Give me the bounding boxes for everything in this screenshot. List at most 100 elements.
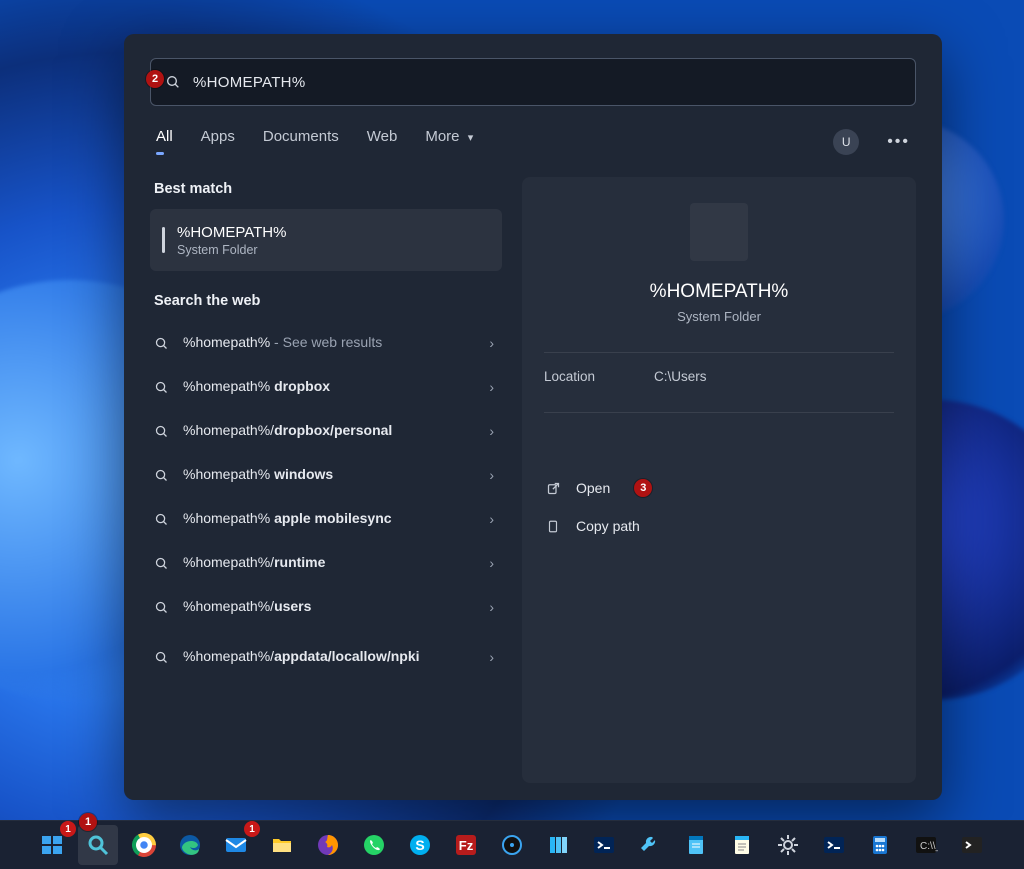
taskbar-settings[interactable]	[768, 825, 808, 865]
annotation-3: 3	[634, 479, 652, 497]
details-location-label: Location	[544, 369, 654, 384]
search-input[interactable]	[193, 74, 901, 91]
powershell-icon	[591, 832, 617, 858]
badge: 1	[244, 821, 260, 837]
action-open[interactable]: Open 3	[544, 469, 894, 507]
taskbar-skype[interactable]	[400, 825, 440, 865]
details-location-value: C:\Users	[654, 369, 707, 384]
taskbar-whatsapp[interactable]	[354, 825, 394, 865]
results-list: Best match %HOMEPATH% System Folder Sear…	[150, 177, 502, 783]
settings-icon	[775, 832, 801, 858]
taskbar-calculator[interactable]	[860, 825, 900, 865]
calculator-icon	[867, 832, 893, 858]
tab-apps[interactable]: Apps	[201, 128, 235, 155]
overflow-menu[interactable]: •••	[887, 133, 910, 151]
taskbar-tool-a[interactable]	[630, 825, 670, 865]
separator	[544, 412, 894, 413]
action-copy-path[interactable]: Copy path	[544, 507, 894, 545]
chevron-right-icon: ›	[489, 511, 494, 527]
best-match-result[interactable]: %HOMEPATH% System Folder	[150, 209, 502, 271]
taskbar-firefox[interactable]	[308, 825, 348, 865]
web-result-text: %homepath%/dropbox/personal	[183, 422, 475, 440]
action-copy-path-label: Copy path	[576, 518, 640, 534]
web-result[interactable]: %homepath%/users ›	[150, 585, 502, 629]
web-result[interactable]: %homepath%/dropbox/personal ›	[150, 409, 502, 453]
web-result[interactable]: %homepath% windows ›	[150, 453, 502, 497]
web-result[interactable]: %homepath%/runtime ›	[150, 541, 502, 585]
taskbar-search-button[interactable]	[78, 825, 118, 865]
cmd-icon	[913, 832, 939, 858]
web-result[interactable]: %homepath%/appdata/locallow/npki›	[150, 629, 502, 685]
taskbar-cmd[interactable]	[906, 825, 946, 865]
tab-more-label: More	[425, 128, 459, 145]
details-panel: %HOMEPATH% System Folder Location C:\Use…	[522, 177, 916, 783]
web-result-text: %homepath% dropbox	[183, 378, 475, 396]
web-result-text: %homepath% windows	[183, 466, 475, 484]
file-explorer-icon	[269, 832, 295, 858]
taskbar-file-explorer[interactable]	[262, 825, 302, 865]
books-icon	[545, 832, 571, 858]
tab-web[interactable]: Web	[367, 128, 398, 155]
mail-icon	[223, 832, 249, 858]
chevron-right-icon: ›	[489, 379, 494, 395]
tab-more[interactable]: More ▾	[425, 128, 473, 155]
details-icon	[690, 203, 748, 261]
terminal-blue-icon	[821, 832, 847, 858]
web-result-text: %homepath% apple mobilesync	[183, 510, 475, 528]
search-box[interactable]	[150, 58, 916, 106]
action-open-label: Open	[576, 480, 610, 496]
taskbar-terminal-blue[interactable]	[814, 825, 854, 865]
search-button-icon	[85, 832, 111, 858]
taskbar-notes[interactable]	[676, 825, 716, 865]
skype-icon	[407, 832, 433, 858]
chevron-right-icon: ›	[489, 555, 494, 571]
details-title: %HOMEPATH%	[544, 281, 894, 303]
search-icon	[154, 468, 169, 483]
search-icon	[154, 556, 169, 571]
web-result[interactable]: %homepath% dropbox ›	[150, 365, 502, 409]
taskbar-media-player[interactable]	[492, 825, 532, 865]
web-result-text: %homepath%/users	[183, 598, 475, 616]
best-match-title: %HOMEPATH%	[177, 224, 286, 241]
taskbar-powershell[interactable]	[584, 825, 624, 865]
user-avatar[interactable]: U	[833, 129, 859, 155]
chrome-icon	[131, 832, 157, 858]
annotation-1: 1	[79, 813, 97, 831]
best-match-subtitle: System Folder	[177, 243, 286, 257]
chevron-right-icon: ›	[489, 467, 494, 483]
taskbar-filezilla[interactable]	[446, 825, 486, 865]
chevron-down-icon: ▾	[468, 132, 474, 144]
taskbar-terminal[interactable]	[952, 825, 992, 865]
section-search-web: Search the web	[154, 293, 498, 309]
search-icon	[154, 380, 169, 395]
search-icon	[154, 650, 169, 665]
taskbar-books[interactable]	[538, 825, 578, 865]
web-result[interactable]: %homepath% - See web results›	[150, 321, 502, 365]
taskbar-mail[interactable]: 1	[216, 825, 256, 865]
search-tabs: All Apps Documents Web More ▾ U •••	[156, 128, 910, 155]
firefox-icon	[315, 832, 341, 858]
details-location-row: Location C:\Users	[544, 369, 894, 384]
badge: 1	[60, 821, 76, 837]
start-button-icon	[39, 832, 65, 858]
open-icon	[544, 481, 562, 496]
notes-icon	[683, 832, 709, 858]
tab-all[interactable]: All	[156, 128, 173, 155]
taskbar-start-button[interactable]: 1	[32, 825, 72, 865]
taskbar-notepad[interactable]	[722, 825, 762, 865]
section-best-match: Best match	[154, 181, 498, 197]
search-icon	[154, 336, 169, 351]
whatsapp-icon	[361, 832, 387, 858]
annotation-2: 2	[146, 70, 164, 88]
taskbar-chrome[interactable]	[124, 825, 164, 865]
chevron-right-icon: ›	[489, 423, 494, 439]
chevron-right-icon: ›	[489, 599, 494, 615]
tab-documents[interactable]: Documents	[263, 128, 339, 155]
details-subtitle: System Folder	[544, 309, 894, 324]
chevron-right-icon: ›	[489, 649, 494, 665]
media-player-icon	[499, 832, 525, 858]
taskbar-edge[interactable]	[170, 825, 210, 865]
web-result-text: %homepath%/runtime	[183, 554, 475, 572]
taskbar: 11	[0, 820, 1024, 869]
web-result[interactable]: %homepath% apple mobilesync ›	[150, 497, 502, 541]
